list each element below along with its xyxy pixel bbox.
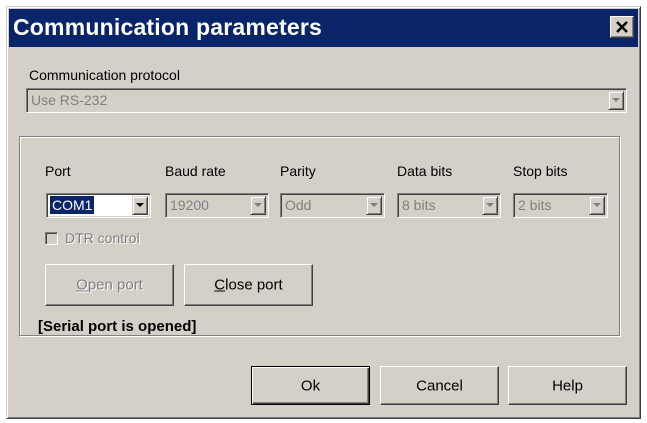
close-port-mnemonic: C	[214, 276, 226, 294]
open-port-button[interactable]: Open port	[45, 264, 174, 306]
close-port-label: lose port	[225, 276, 283, 294]
window-title: Communication parameters	[13, 14, 322, 40]
chevron-down-icon	[486, 203, 494, 207]
protocol-value: Use RS-232	[31, 92, 108, 108]
chevron-down-icon	[370, 203, 378, 207]
baud-rate-label: Baud rate	[165, 163, 226, 179]
port-dropdown-button[interactable]	[132, 196, 148, 215]
cancel-button[interactable]: Cancel	[380, 366, 499, 405]
chevron-down-icon	[254, 203, 262, 207]
ok-label: Ok	[300, 377, 321, 394]
chevron-down-icon	[612, 98, 620, 102]
title-bar: Communication parameters	[9, 9, 638, 47]
baud-rate-select[interactable]: 19200	[165, 193, 269, 218]
data-bits-label: Data bits	[397, 163, 453, 179]
help-button[interactable]: Help	[508, 366, 627, 405]
data-bits-dropdown-button[interactable]	[482, 196, 498, 215]
dtr-control-checkbox[interactable]	[45, 232, 58, 245]
parity-label: Parity	[280, 163, 316, 179]
stop-bits-dropdown-button[interactable]	[589, 196, 605, 215]
dtr-control-label: DTR control	[65, 230, 140, 246]
baud-rate-dropdown-button[interactable]	[250, 196, 266, 215]
close-button[interactable]	[610, 16, 634, 38]
close-icon	[616, 21, 628, 33]
chevron-down-icon	[593, 203, 601, 207]
protocol-label: Communication protocol	[29, 67, 180, 83]
parity-dropdown-button[interactable]	[366, 196, 382, 215]
baud-rate-value: 19200	[170, 197, 209, 213]
port-value: COM1	[48, 195, 96, 215]
close-port-button[interactable]: Close port	[184, 264, 313, 306]
stop-bits-value: 2 bits	[518, 197, 552, 213]
data-bits-value: 8 bits	[402, 197, 436, 213]
open-port-mnemonic: O	[76, 276, 88, 294]
port-status-text: [Serial port is opened]	[38, 318, 197, 335]
stop-bits-label: Stop bits	[513, 163, 568, 179]
protocol-dropdown-button[interactable]	[608, 91, 624, 110]
help-label: Help	[552, 377, 583, 394]
port-select[interactable]: COM1	[46, 193, 151, 218]
parity-value: Odd	[285, 197, 312, 213]
cancel-label: Cancel	[416, 377, 463, 394]
stop-bits-select[interactable]: 2 bits	[513, 193, 608, 218]
protocol-select[interactable]: Use RS-232	[26, 88, 627, 113]
port-label: Port	[45, 163, 71, 179]
open-port-label: pen port	[87, 276, 143, 294]
chevron-down-icon	[136, 203, 144, 207]
data-bits-select[interactable]: 8 bits	[397, 193, 501, 218]
ok-button[interactable]: Ok	[251, 366, 370, 405]
parity-select[interactable]: Odd	[280, 193, 385, 218]
